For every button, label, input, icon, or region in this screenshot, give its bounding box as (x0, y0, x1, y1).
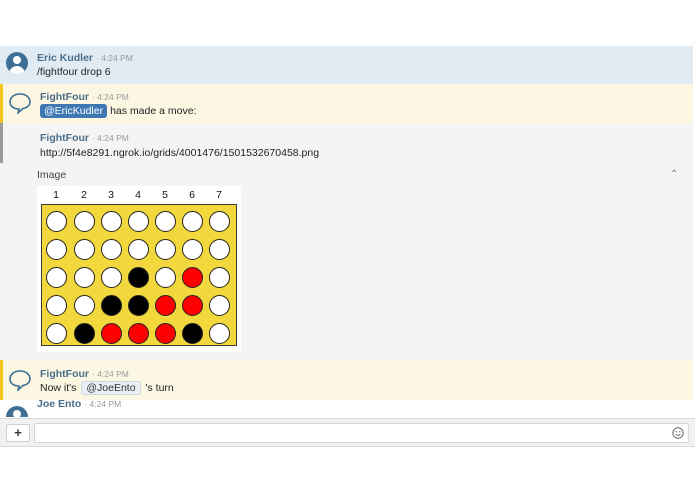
message-fightfour-link: FightFour · 4:24 PM http://5f4e8291.ngrok… (0, 123, 693, 163)
message-author[interactable]: FightFour · 4:24 PM (40, 132, 129, 144)
column-number: 2 (81, 189, 87, 201)
message-joe-ento: Joe Ento · 4:24 PM (0, 398, 693, 417)
message-author[interactable]: Joe Ento · 4:24 PM (37, 398, 121, 410)
board-cell-red (155, 295, 176, 316)
attachment-label: Image (37, 169, 67, 181)
board-cell-red (182, 295, 203, 316)
board-cell-white (155, 267, 176, 288)
board-cell-red (128, 323, 149, 344)
board-cell-white (74, 239, 95, 260)
message-text: /fightfour drop 6 (37, 66, 111, 78)
board-cell-white (74, 295, 95, 316)
board-cell-white (209, 211, 230, 232)
chevron-up-icon[interactable]: ⌃ (670, 169, 678, 180)
column-number: 4 (135, 189, 141, 201)
board-cell-white (155, 211, 176, 232)
board-cell-black (128, 267, 149, 288)
message-time: · 4:24 PM (84, 399, 122, 409)
message-composer: + (0, 418, 695, 447)
column-number: 6 (189, 189, 195, 201)
board-cell-black (182, 323, 203, 344)
message-time: · 4:24 PM (91, 92, 129, 102)
board-cell-black (74, 323, 95, 344)
column-number: 3 (108, 189, 114, 201)
user-mention[interactable]: @EricKudler (40, 104, 108, 118)
column-number: 7 (216, 189, 222, 201)
speech-bubble-icon[interactable] (8, 369, 32, 391)
column-number: 1 (53, 189, 59, 201)
speech-bubble-icon[interactable] (8, 92, 32, 114)
column-number: 5 (162, 189, 168, 201)
add-attachment-button[interactable]: + (6, 424, 30, 442)
board-cell-red (101, 323, 122, 344)
board-cell-white (46, 267, 67, 288)
message-author[interactable]: FightFour · 4:24 PM (40, 368, 129, 380)
board-cell-white (46, 295, 67, 316)
grid-image-link[interactable]: http://5f4e8291.ngrok.io/grids/4001476/1… (40, 147, 319, 159)
message-text: Now it's @JoeEnto 's turn (40, 381, 174, 395)
message-time: · 4:24 PM (91, 369, 129, 379)
board-cell-white (209, 295, 230, 316)
game-board (41, 204, 237, 346)
board-cell-white (74, 211, 95, 232)
chat-log: Eric Kudler · 4:24 PM /fightfour drop 6 F… (0, 46, 695, 417)
message-fightfour-turn: FightFour · 4:24 PM Now it's @JoeEnto 's … (0, 360, 693, 400)
connect-four-board-image[interactable]: 1 2 3 4 5 6 7 (37, 186, 241, 352)
user-avatar-icon[interactable] (6, 52, 28, 74)
board-cell-white (46, 211, 67, 232)
message-input[interactable] (34, 423, 689, 443)
board-cell-white (128, 239, 149, 260)
user-mention[interactable]: @JoeEnto (81, 381, 141, 395)
message-text: @EricKudler has made a move: (40, 104, 196, 118)
board-cell-red (155, 323, 176, 344)
message-time: · 4:24 PM (96, 53, 133, 63)
message-eric-kudler: Eric Kudler · 4:24 PM /fightfour drop 6 (0, 46, 693, 84)
column-numbers: 1 2 3 4 5 6 7 (37, 189, 241, 201)
board-cell-white (46, 239, 67, 260)
board-cell-black (128, 295, 149, 316)
board-cell-white (101, 267, 122, 288)
board-cell-white (209, 323, 230, 344)
board-cell-white (182, 239, 203, 260)
board-cell-white (182, 211, 203, 232)
message-author[interactable]: FightFour · 4:24 PM (40, 91, 129, 103)
board-cell-white (209, 267, 230, 288)
user-avatar-icon[interactable] (6, 406, 28, 417)
message-time: · 4:24 PM (91, 133, 129, 143)
smiley-icon[interactable] (672, 427, 684, 439)
board-cell-white (74, 267, 95, 288)
board-cell-red (182, 267, 203, 288)
board-cell-white (101, 239, 122, 260)
board-cell-black (101, 295, 122, 316)
board-cell-white (46, 323, 67, 344)
message-fightfour-move: FightFour · 4:24 PM @EricKudler has made a… (0, 84, 693, 123)
board-cell-white (101, 211, 122, 232)
board-cell-white (155, 239, 176, 260)
board-cell-white (128, 211, 149, 232)
board-cell-white (209, 239, 230, 260)
message-author[interactable]: Eric Kudler · 4:24 PM (37, 52, 133, 64)
image-attachment: Image ⌃ 1 2 3 4 5 6 7 (0, 163, 693, 360)
